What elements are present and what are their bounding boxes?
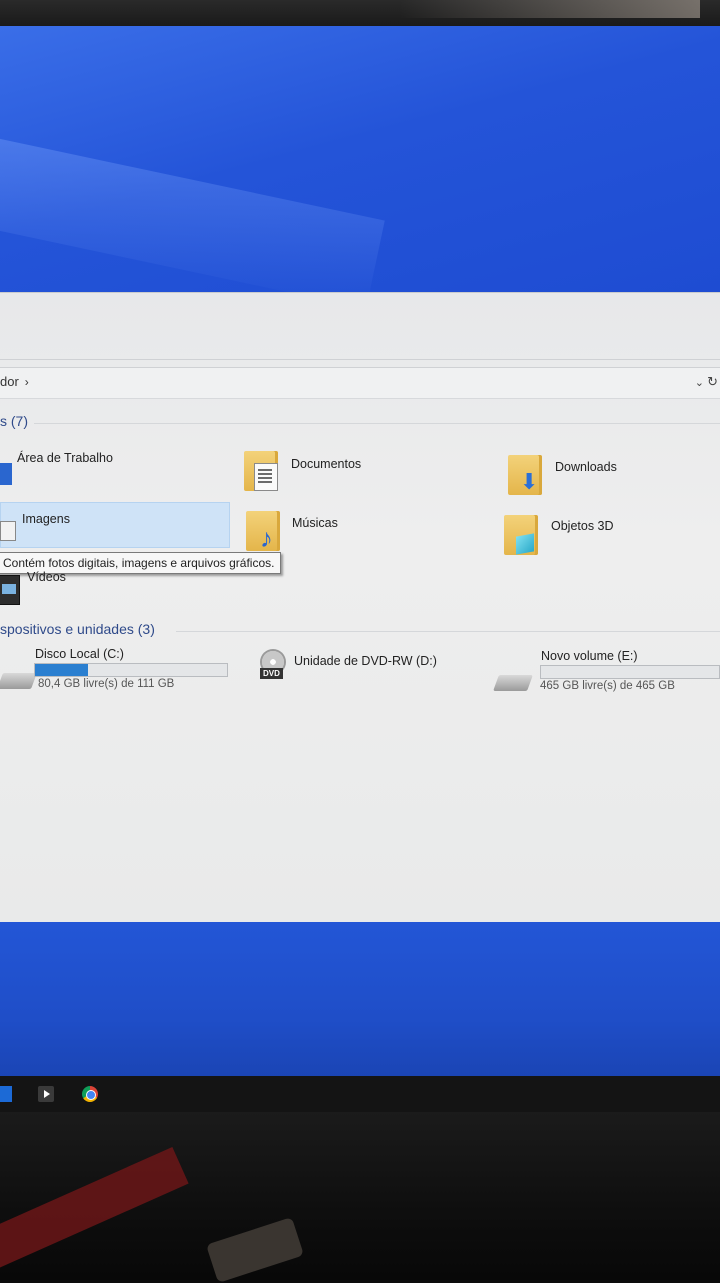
refresh-icon[interactable]: ↻ (707, 374, 718, 390)
breadcrumb[interactable]: dor › (0, 374, 29, 389)
drive-e-label[interactable]: Novo volume (E:) (541, 649, 638, 663)
section-divider (34, 423, 720, 424)
devices-section-title[interactable]: spositivos e unidades (3) (0, 621, 155, 637)
documents-folder-icon (244, 451, 278, 491)
pictures-icon (0, 521, 16, 541)
media-player-icon[interactable] (38, 1086, 54, 1102)
videos-icon (0, 575, 20, 605)
drive-e-free-space: 465 GB livre(s) de 465 GB (540, 680, 675, 692)
folder-item-downloads[interactable]: Downloads (555, 460, 617, 474)
folder-item-videos[interactable]: Vídeos (27, 570, 66, 584)
chrome-icon[interactable] (82, 1086, 98, 1102)
desktop-icon (0, 463, 12, 485)
drive-d-label[interactable]: Unidade de DVD-RW (D:) (294, 654, 437, 668)
hard-drive-icon (493, 675, 533, 691)
drive-c-label[interactable]: Disco Local (C:) (35, 647, 124, 661)
dvd-badge: DVD (260, 668, 283, 679)
drive-c-free-space: 80,4 GB livre(s) de 111 GB (38, 678, 175, 690)
folders-section-title[interactable]: s (7) (0, 413, 28, 429)
address-dropdown-icon[interactable]: ⌄ (695, 376, 704, 389)
music-folder-icon: ♪ (246, 511, 280, 551)
folder-item-music[interactable]: Músicas (292, 516, 338, 530)
address-bar[interactable]: dor › ⌄ ↻ (0, 367, 720, 399)
breadcrumb-item[interactable]: dor (0, 374, 19, 389)
drive-e-usage-bar (540, 665, 720, 679)
taskbar (0, 1076, 720, 1112)
file-explorer-window: dor › ⌄ ↻ s (7) Área de Trabalho Document… (0, 292, 720, 923)
section-divider (176, 631, 720, 632)
downloads-folder-icon: ⬇ (508, 455, 542, 495)
monitor-bezel-top (0, 0, 720, 26)
desktop-background-bottom (0, 922, 720, 1082)
breadcrumb-separator-icon[interactable]: › (25, 375, 29, 389)
drive-c-usage-bar (34, 663, 228, 677)
hard-drive-icon (0, 673, 37, 689)
3d-objects-folder-icon (504, 515, 538, 555)
ribbon-divider (0, 359, 720, 360)
folder-item-pictures[interactable]: Imagens (22, 512, 70, 526)
desktop-background-top (0, 26, 720, 309)
folder-item-3d-objects[interactable]: Objetos 3D (551, 519, 614, 533)
folder-item-documents[interactable]: Documentos (291, 457, 361, 471)
folder-item-desktop[interactable]: Área de Trabalho (17, 451, 113, 465)
taskbar-app-icon[interactable] (0, 1086, 12, 1102)
drive-c-usage-fill (35, 664, 88, 676)
